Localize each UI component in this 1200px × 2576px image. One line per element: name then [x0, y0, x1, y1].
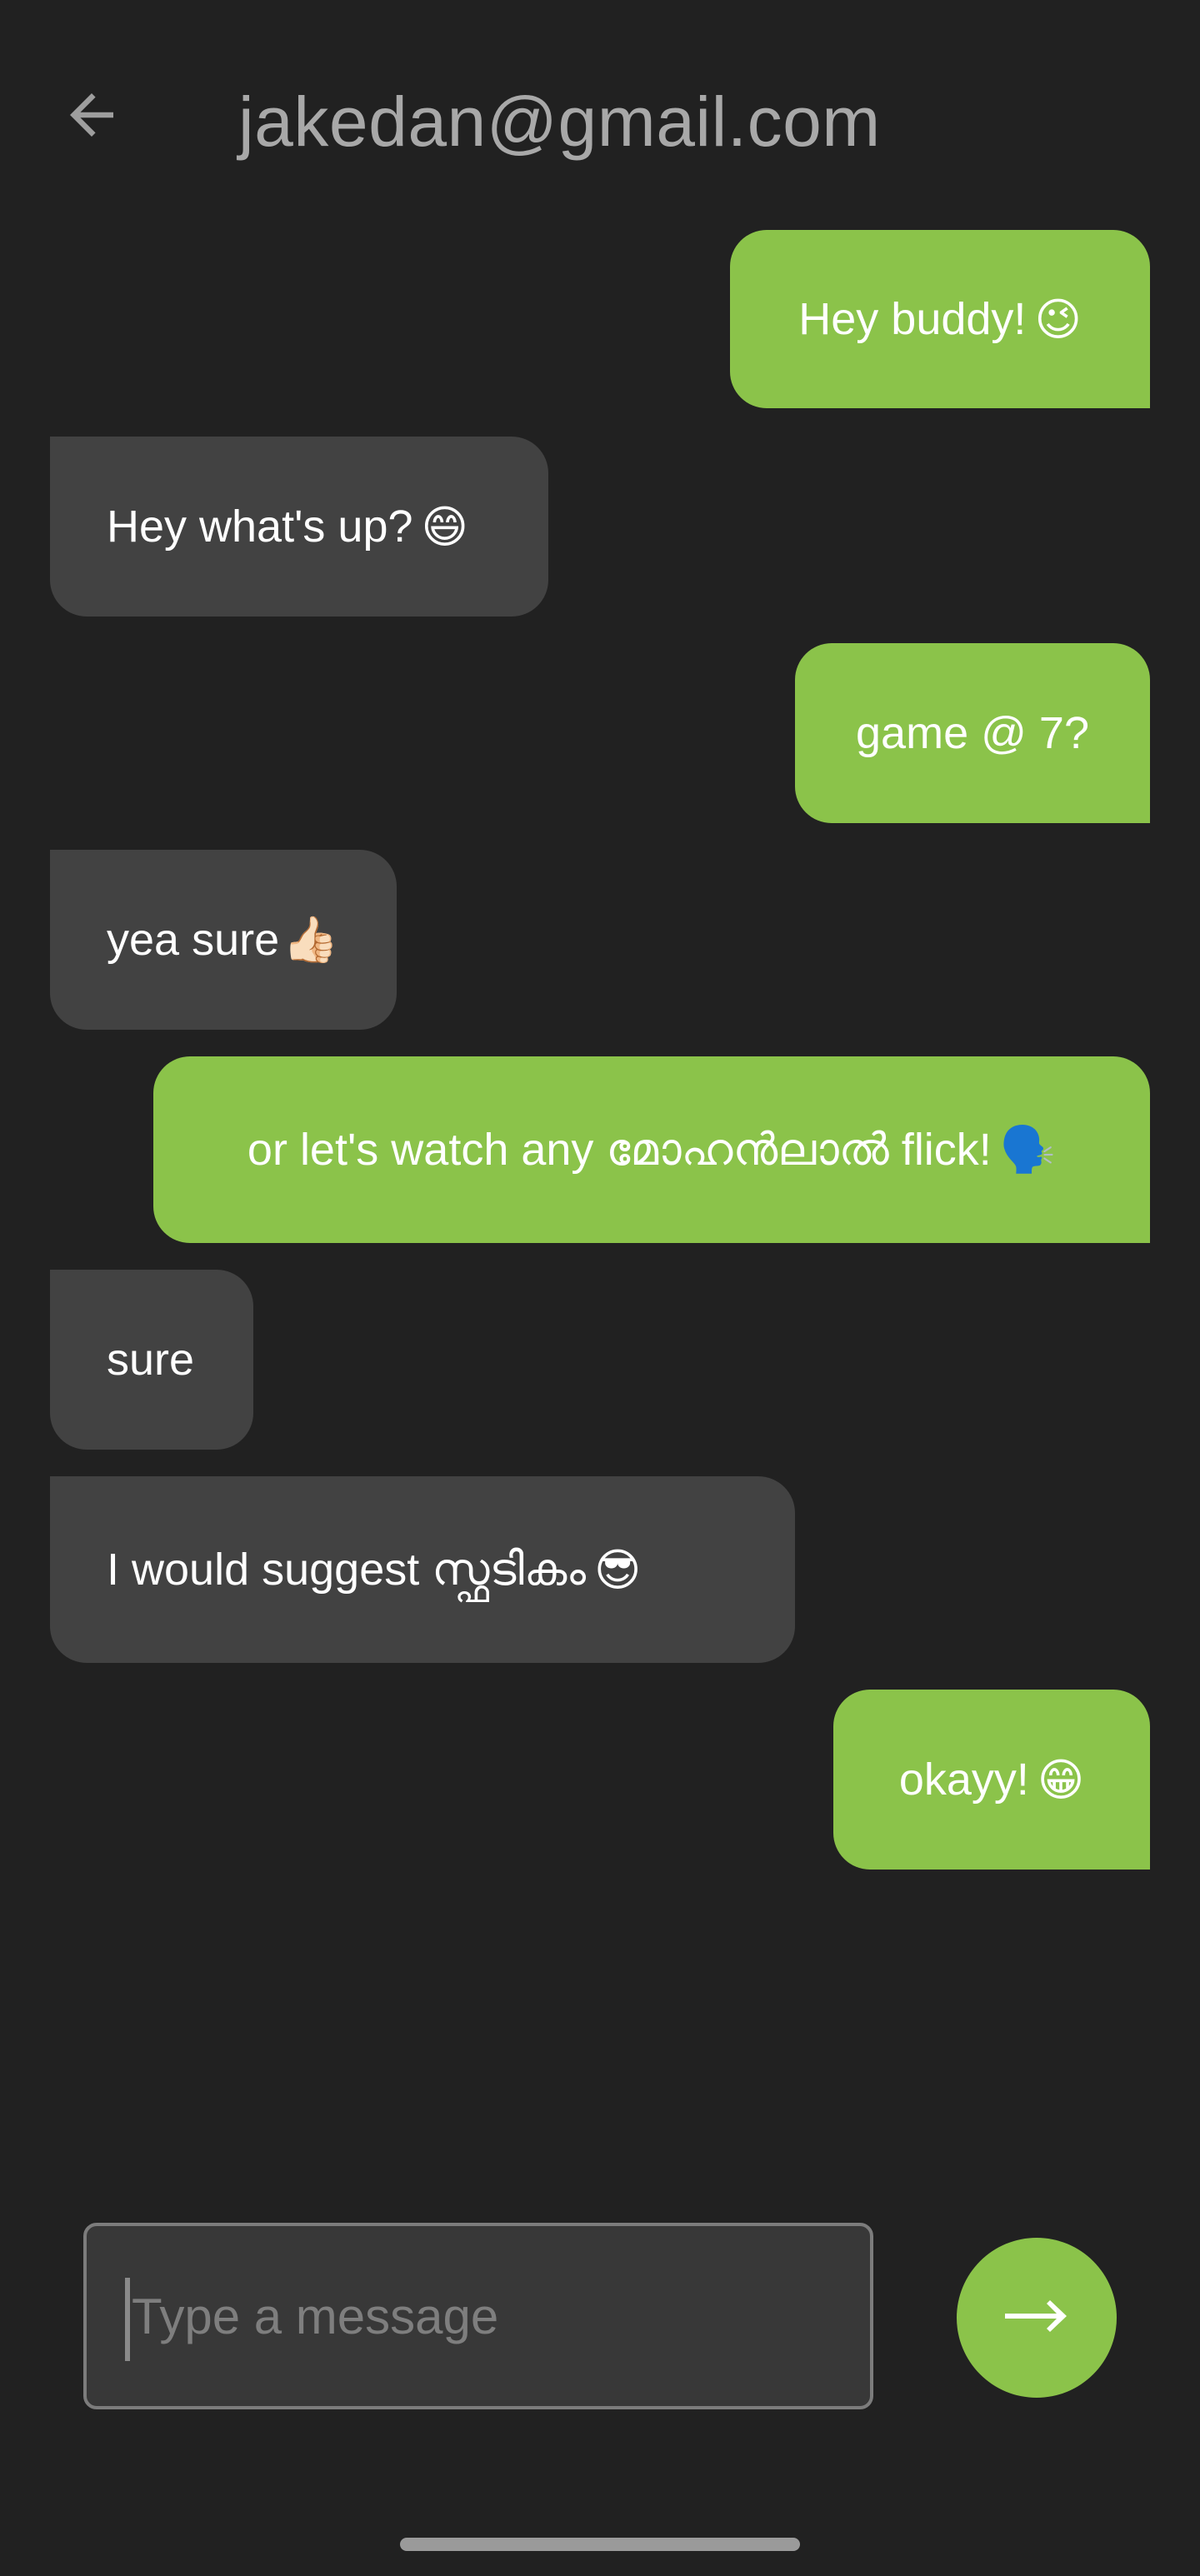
message-text: yea sure: [107, 915, 280, 965]
chat-title: jakedan@gmail.com: [238, 82, 881, 161]
message-text: sure: [107, 1335, 195, 1385]
message-bubble-received[interactable]: Hey what's up? 😄: [50, 437, 548, 617]
sunglasses-emoji-icon: 😎: [593, 1543, 642, 1596]
message-bubble-sent[interactable]: or let's watch any മോഹൻലാൽ flick! 🗣️: [153, 1056, 1150, 1243]
message-text: I would suggest സ്ഫടികം: [107, 1544, 586, 1595]
beaming-emoji-icon: 😁: [1037, 1753, 1085, 1806]
message-bubble-sent[interactable]: Hey buddy! 😉: [730, 230, 1150, 408]
message-input[interactable]: [132, 2226, 848, 2406]
message-text: or let's watch any മോഹൻലാൽ flick!: [247, 1124, 992, 1175]
message-bubble-received[interactable]: sure: [50, 1270, 253, 1450]
message-text: Hey what's up?: [107, 502, 413, 552]
message-text: Hey buddy!: [798, 294, 1027, 344]
chat-header: jakedan@gmail.com: [0, 0, 1200, 217]
grin-emoji-icon: 😄: [421, 500, 468, 553]
home-indicator[interactable]: [400, 2538, 800, 2551]
message-composer[interactable]: [83, 2223, 873, 2409]
speaking-head-emoji-icon: 🗣️: [999, 1123, 1057, 1176]
wink-emoji-icon: 😉: [1034, 292, 1082, 346]
text-cursor: [125, 2278, 130, 2361]
arrow-right-icon: [1005, 2299, 1068, 2336]
message-text: game @ 7?: [856, 708, 1089, 758]
message-bubble-sent[interactable]: okayy! 😁: [833, 1690, 1150, 1870]
message-bubble-received[interactable]: yea sure 👍🏻: [50, 850, 397, 1030]
back-button[interactable]: [50, 75, 133, 158]
message-bubble-received[interactable]: I would suggest സ്ഫടികം 😎: [50, 1476, 795, 1663]
thumbs-up-emoji-icon: 👍🏻: [282, 913, 339, 966]
arrow-left-icon: [59, 82, 124, 151]
send-button[interactable]: [957, 2238, 1117, 2398]
chat-screen: jakedan@gmail.com Hey buddy! 😉 Hey what'…: [0, 0, 1200, 2576]
message-bubble-sent[interactable]: game @ 7?: [795, 643, 1150, 823]
message-text: okayy!: [898, 1755, 1029, 1805]
